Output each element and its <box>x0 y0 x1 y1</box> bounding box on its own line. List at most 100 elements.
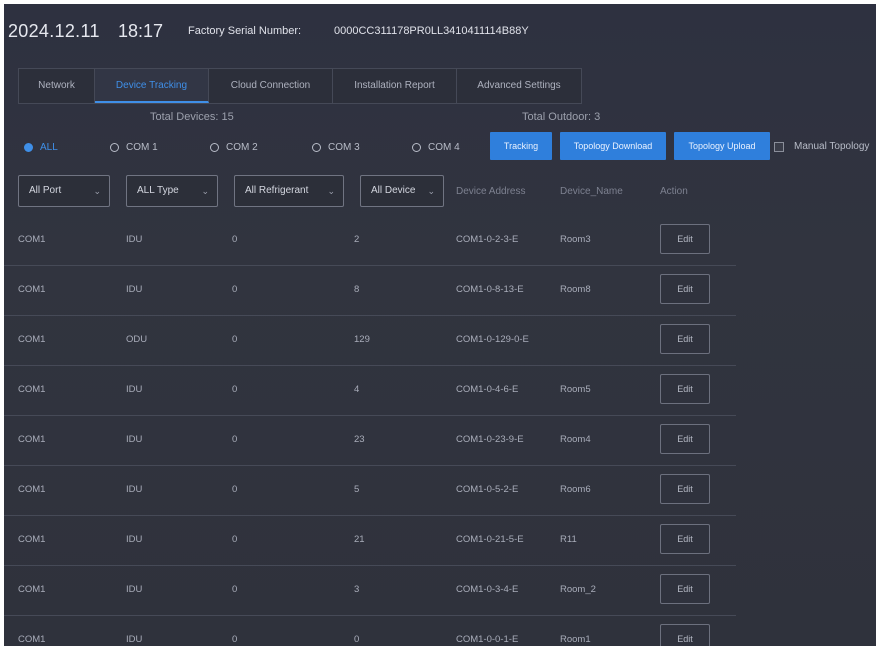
cell-device: 0 <box>354 634 360 645</box>
edit-button[interactable]: Edit <box>660 224 710 254</box>
topology-upload-button[interactable]: Topology Upload <box>674 132 770 160</box>
radio-com3[interactable]: COM 3 <box>312 140 360 154</box>
manual-topology-label: Manual Topology <box>794 141 870 152</box>
cell-type: IDU <box>126 484 143 495</box>
cell-type: IDU <box>126 634 143 645</box>
edit-button[interactable]: Edit <box>660 624 710 646</box>
chevron-down-icon: ⌄ <box>327 186 335 196</box>
type-filter-dropdown[interactable]: ALL Type ⌄ <box>126 175 218 207</box>
cell-name: Room3 <box>560 234 591 245</box>
cell-name: Room5 <box>560 384 591 395</box>
radio-com4[interactable]: COM 4 <box>412 140 460 154</box>
tab-cloud-connection[interactable]: Cloud Connection <box>209 69 333 103</box>
refrigerant-filter-dropdown[interactable]: All Refrigerant ⌄ <box>234 175 344 207</box>
radio-com2-label: COM 2 <box>226 141 258 153</box>
tab-installation-report[interactable]: Installation Report <box>333 69 457 103</box>
tab-network[interactable]: Network <box>19 69 95 103</box>
column-header-device-address: Device Address <box>456 186 526 197</box>
tracking-button[interactable]: Tracking <box>490 132 552 160</box>
cell-name: R11 <box>560 534 577 545</box>
cell-type: IDU <box>126 284 143 295</box>
cell-port: COM1 <box>18 634 46 645</box>
cell-device: 21 <box>354 534 365 545</box>
total-devices: Total Devices: 15 <box>150 111 234 123</box>
serial-number-label: Factory Serial Number: <box>188 25 302 37</box>
edit-button[interactable]: Edit <box>660 574 710 604</box>
total-outdoor: Total Outdoor: 3 <box>522 111 601 123</box>
cell-device: 129 <box>354 334 370 345</box>
cell-port: COM1 <box>18 584 46 595</box>
cell-device: 2 <box>354 234 360 245</box>
cell-port: COM1 <box>18 434 46 445</box>
cell-type: IDU <box>126 534 143 545</box>
cell-refrigerant: 0 <box>232 384 238 395</box>
cell-port: COM1 <box>18 334 46 345</box>
device-filter-value: All Device <box>371 185 416 196</box>
cell-refrigerant: 0 <box>232 584 238 595</box>
radio-com2[interactable]: COM 2 <box>210 140 258 154</box>
edit-button[interactable]: Edit <box>660 474 710 504</box>
cell-name: Room8 <box>560 284 591 295</box>
cell-address: COM1-0-23-9-E <box>456 434 524 445</box>
cell-refrigerant: 0 <box>232 284 238 295</box>
edit-button[interactable]: Edit <box>660 324 710 354</box>
type-filter-value: ALL Type <box>137 185 179 196</box>
radio-com4-label: COM 4 <box>428 141 460 153</box>
table-row: COM1 IDU 0 8 COM1-0-8-13-E Room8 Edit <box>4 266 736 316</box>
edit-button[interactable]: Edit <box>660 274 710 304</box>
cell-address: COM1-0-3-4-E <box>456 584 519 595</box>
cell-address: COM1-0-8-13-E <box>456 284 524 295</box>
manual-topology-checkbox[interactable] <box>774 142 784 152</box>
edit-button[interactable]: Edit <box>660 524 710 554</box>
cell-port: COM1 <box>18 234 46 245</box>
cell-port: COM1 <box>18 534 46 545</box>
tab-device-tracking[interactable]: Device Tracking <box>95 69 209 103</box>
tab-bar: Network Device Tracking Cloud Connection… <box>18 68 582 104</box>
radio-com1[interactable]: COM 1 <box>110 140 158 154</box>
table-row: COM1 IDU 0 3 COM1-0-3-4-E Room_2 Edit <box>4 566 736 616</box>
header-date: 2024.12.11 <box>8 21 100 41</box>
topology-download-button[interactable]: Topology Download <box>560 132 666 160</box>
cell-name: Room4 <box>560 434 591 445</box>
port-filter-dropdown[interactable]: All Port ⌄ <box>18 175 110 207</box>
cell-type: IDU <box>126 234 143 245</box>
chevron-down-icon: ⌄ <box>427 186 435 196</box>
radio-unchecked-icon <box>412 142 421 152</box>
header-time: 18:17 <box>118 21 164 41</box>
table-row: COM1 IDU 0 4 COM1-0-4-6-E Room5 Edit <box>4 366 736 416</box>
edit-button[interactable]: Edit <box>660 424 710 454</box>
cell-address: COM1-0-5-2-E <box>456 484 519 495</box>
edit-button[interactable]: Edit <box>660 374 710 404</box>
device-filter-dropdown[interactable]: All Device ⌄ <box>360 175 444 207</box>
radio-all[interactable]: ALL <box>24 140 58 154</box>
cell-name: Room6 <box>560 484 591 495</box>
cell-refrigerant: 0 <box>232 334 238 345</box>
cell-refrigerant: 0 <box>232 634 238 645</box>
cell-device: 4 <box>354 384 360 395</box>
cell-device: 5 <box>354 484 360 495</box>
radio-checked-icon <box>24 142 33 152</box>
cell-type: IDU <box>126 434 143 445</box>
tab-advanced-settings[interactable]: Advanced Settings <box>457 69 581 103</box>
table-row: COM1 ODU 0 129 COM1-0-129-0-E Edit <box>4 316 736 366</box>
chevron-down-icon: ⌄ <box>93 186 101 196</box>
cell-port: COM1 <box>18 384 46 395</box>
cell-name: Room_2 <box>560 584 596 595</box>
table-row: COM1 IDU 0 23 COM1-0-23-9-E Room4 Edit <box>4 416 736 466</box>
cell-port: COM1 <box>18 284 46 295</box>
cell-device: 3 <box>354 584 360 595</box>
serial-number-value: 0000CC311178PR0LL3410411114B88Y <box>334 25 529 37</box>
radio-com3-label: COM 3 <box>328 141 360 153</box>
table-row: COM1 IDU 0 2 COM1-0-2-3-E Room3 Edit <box>4 216 736 266</box>
port-filter-value: All Port <box>29 185 62 196</box>
cell-name: Room1 <box>560 634 591 645</box>
cell-refrigerant: 0 <box>232 534 238 545</box>
cell-address: COM1-0-2-3-E <box>456 234 519 245</box>
radio-all-label: ALL <box>40 141 58 153</box>
device-tracking-screen: 2024.12.11 18:17 Factory Serial Number: … <box>4 4 876 646</box>
header-bar: 2024.12.11 18:17 Factory Serial Number: … <box>4 4 876 58</box>
refrigerant-filter-value: All Refrigerant <box>245 185 309 196</box>
cell-address: COM1-0-21-5-E <box>456 534 524 545</box>
cell-refrigerant: 0 <box>232 434 238 445</box>
radio-unchecked-icon <box>110 142 119 152</box>
